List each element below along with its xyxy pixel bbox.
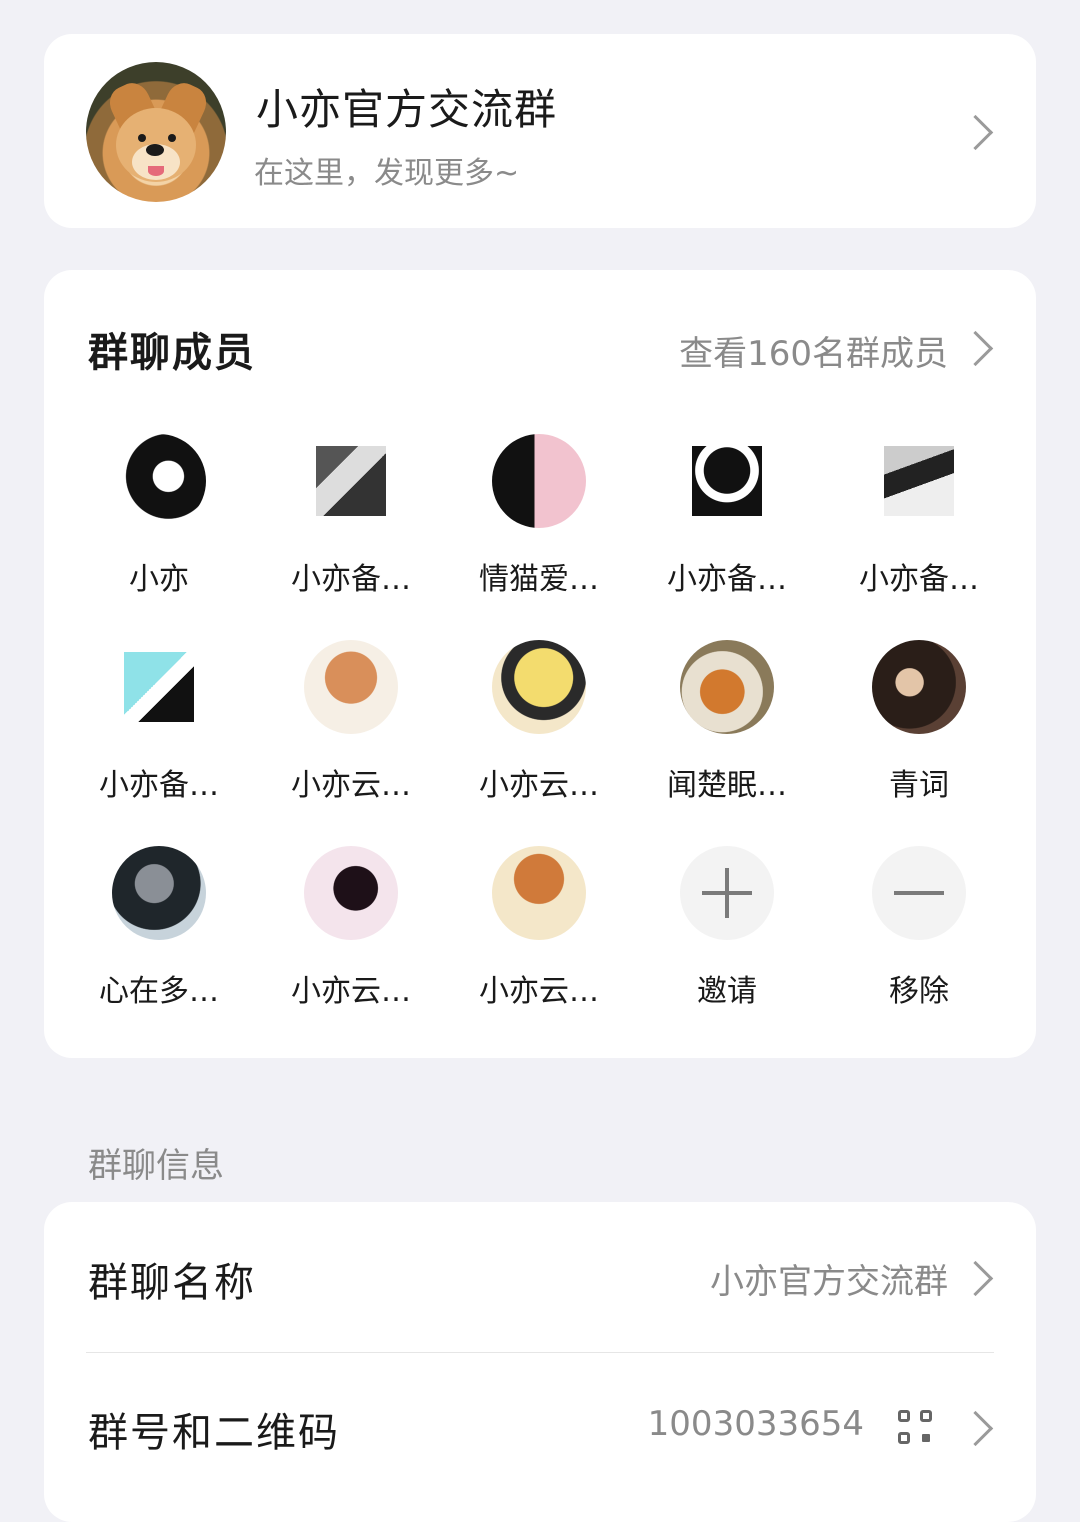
member-item[interactable]: 闻楚眠…	[632, 640, 822, 830]
member-name: 小亦备…	[859, 562, 979, 597]
member-name: 小亦云…	[479, 974, 599, 1009]
member-name: 小亦云…	[291, 768, 411, 803]
member-avatar	[884, 446, 954, 516]
member-avatar	[492, 846, 586, 940]
member-item[interactable]: 青词	[824, 640, 1014, 830]
member-avatar	[316, 446, 386, 516]
member-avatar	[680, 640, 774, 734]
qr-code-icon	[898, 1410, 932, 1444]
minus-icon	[872, 846, 966, 940]
plus-icon	[680, 846, 774, 940]
members-card: 群聊成员 查看160名群成员 小亦 小亦备… 情猫爱… 小亦备… 小亦备… 小亦…	[44, 270, 1036, 1058]
member-avatar	[492, 434, 586, 528]
member-avatar	[124, 652, 194, 722]
member-item[interactable]: 小亦备…	[824, 434, 1014, 624]
remove-label: 移除	[889, 974, 949, 1009]
member-item[interactable]: 小亦备…	[64, 640, 254, 830]
chevron-right-icon[interactable]	[957, 330, 994, 367]
member-avatar	[304, 640, 398, 734]
section-label-group-info: 群聊信息	[88, 1146, 224, 1186]
member-item[interactable]: 小亦备…	[632, 434, 822, 624]
member-name: 情猫爱…	[479, 562, 599, 597]
member-item[interactable]: 情猫爱…	[444, 434, 634, 624]
group-name-label: 群聊名称	[88, 1260, 256, 1306]
chevron-right-icon	[957, 1260, 994, 1297]
invite-member-button[interactable]: 邀请	[632, 846, 822, 1036]
group-description: 在这里，发现更多~	[254, 156, 520, 191]
chevron-right-icon	[957, 1410, 994, 1447]
group-header-card[interactable]: 小亦官方交流群 在这里，发现更多~	[44, 34, 1036, 228]
member-name: 小亦备…	[99, 768, 219, 803]
group-avatar	[86, 62, 226, 202]
member-name: 小亦云…	[291, 974, 411, 1009]
members-title: 群聊成员	[88, 330, 256, 376]
member-item[interactable]: 心在多…	[64, 846, 254, 1036]
remove-member-button[interactable]: 移除	[824, 846, 1014, 1036]
member-name: 小亦备…	[291, 562, 411, 597]
member-avatar	[112, 846, 206, 940]
member-item[interactable]: 小亦云…	[256, 846, 446, 1036]
group-name: 小亦官方交流群	[256, 85, 558, 134]
view-all-members-link[interactable]: 查看160名群成员	[679, 326, 948, 375]
group-name-row[interactable]: 群聊名称 小亦官方交流群	[44, 1202, 1036, 1352]
member-avatar	[112, 434, 206, 528]
member-name: 小亦备…	[667, 562, 787, 597]
chevron-right-icon	[957, 114, 994, 151]
member-item[interactable]: 小亦云…	[444, 640, 634, 830]
group-number-row[interactable]: 群号和二维码 1003033654	[44, 1352, 1036, 1502]
member-item[interactable]: 小亦云…	[444, 846, 634, 1036]
group-number-label: 群号和二维码	[88, 1410, 340, 1456]
member-name: 闻楚眠…	[667, 768, 787, 803]
group-number-value: 1003033654	[647, 1404, 864, 1444]
member-avatar	[692, 446, 762, 516]
invite-label: 邀请	[697, 974, 757, 1009]
member-avatar	[304, 846, 398, 940]
member-name: 小亦	[129, 562, 189, 597]
member-item[interactable]: 小亦	[64, 434, 254, 624]
group-info-card: 群聊名称 小亦官方交流群 群号和二维码 1003033654	[44, 1202, 1036, 1522]
member-avatar	[872, 640, 966, 734]
member-name: 小亦云…	[479, 768, 599, 803]
member-item[interactable]: 小亦备…	[256, 434, 446, 624]
group-name-value: 小亦官方交流群	[710, 1262, 948, 1302]
member-item[interactable]: 小亦云…	[256, 640, 446, 830]
member-name: 青词	[889, 768, 949, 803]
member-name: 心在多…	[99, 974, 219, 1009]
member-avatar	[492, 640, 586, 734]
